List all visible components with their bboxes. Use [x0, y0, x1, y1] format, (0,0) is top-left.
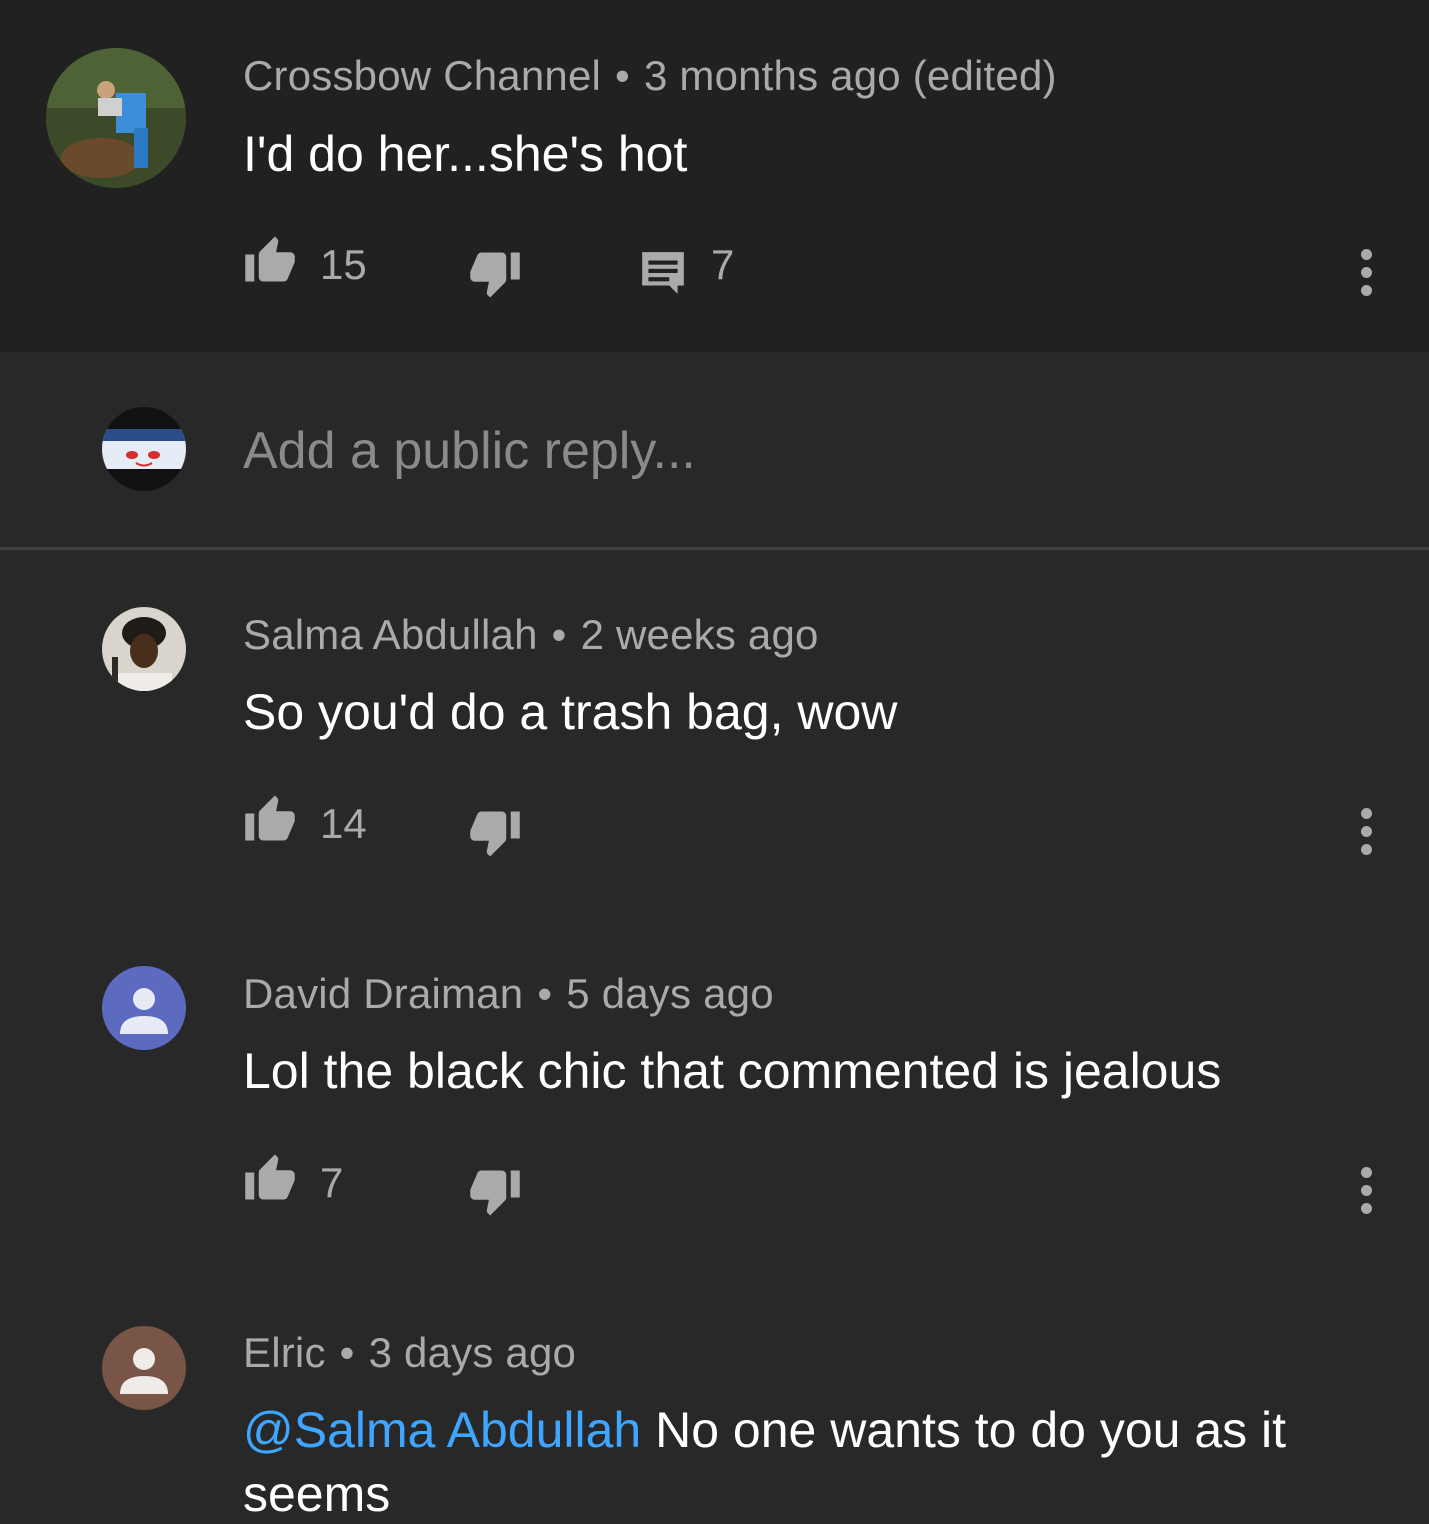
comment-text: So you'd do a trash bag, wow [243, 684, 898, 740]
like-count: 14 [320, 800, 367, 847]
like-button[interactable] [243, 793, 297, 843]
divider [0, 547, 1429, 550]
timestamp: 5 days ago [566, 970, 774, 1017]
timestamp: 3 days ago [368, 1329, 577, 1376]
more-vert-icon[interactable] [1358, 808, 1374, 862]
like-button[interactable] [243, 234, 297, 284]
author-name[interactable]: David Draiman [243, 970, 523, 1017]
separator-dot: • [537, 970, 553, 1017]
dislike-button[interactable] [468, 1168, 522, 1218]
thumb-down-icon [470, 252, 520, 298]
reply-button[interactable] [638, 250, 688, 296]
avatar[interactable] [102, 1326, 186, 1410]
avatar[interactable] [46, 48, 186, 188]
author-name[interactable]: Salma Abdullah [243, 611, 538, 658]
avatar[interactable] [102, 607, 186, 691]
default-avatar-icon [102, 966, 186, 1050]
dislike-button[interactable] [468, 250, 522, 300]
reply-count: 7 [711, 241, 735, 288]
timestamp: 3 months ago (edited) [643, 52, 1057, 99]
thumb-up-icon [245, 795, 295, 841]
thumb-down-icon [470, 1170, 520, 1216]
comment-meta: Salma Abdullah • 2 weeks ago [243, 611, 819, 659]
comment-meta: Crossbow Channel • 3 months ago (edited) [243, 52, 1057, 100]
reply-comment-icon [642, 252, 684, 294]
mention-link[interactable]: @Salma Abdullah [243, 1402, 641, 1458]
reply-composer [0, 352, 1429, 549]
avatar[interactable] [102, 966, 186, 1050]
comment-text: @Salma Abdullah No one wants to do you a… [243, 1398, 1383, 1524]
thumb-up-icon [245, 1154, 295, 1200]
separator-dot: • [339, 1329, 355, 1376]
default-avatar-icon [102, 1326, 186, 1410]
thumb-up-icon [245, 236, 295, 282]
avatar [102, 407, 186, 491]
comment-text: Lol the black chic that commented is jea… [243, 1043, 1222, 1099]
reply-input[interactable]: Add a public reply... [243, 421, 696, 481]
like-count: 15 [320, 241, 367, 288]
timestamp: 2 weeks ago [580, 611, 819, 658]
more-vert-icon[interactable] [1358, 1167, 1374, 1221]
thumb-down-icon [470, 811, 520, 857]
comment-meta: David Draiman • 5 days ago [243, 970, 774, 1018]
comment-meta: Elric • 3 days ago [243, 1329, 576, 1377]
comment-text: I'd do her...she's hot [243, 126, 688, 182]
parent-comment: Crossbow Channel • 3 months ago (edited) I… [0, 0, 1429, 352]
comment-thread: Crossbow Channel • 3 months ago (edited) I… [0, 0, 1429, 1524]
like-count: 7 [320, 1159, 344, 1206]
author-name[interactable]: Crossbow Channel [243, 52, 601, 99]
author-name[interactable]: Elric [243, 1329, 326, 1376]
like-button[interactable] [243, 1152, 297, 1202]
separator-dot: • [551, 611, 567, 658]
separator-dot: • [615, 52, 630, 99]
dislike-button[interactable] [468, 809, 522, 859]
more-vert-icon[interactable] [1358, 249, 1374, 303]
